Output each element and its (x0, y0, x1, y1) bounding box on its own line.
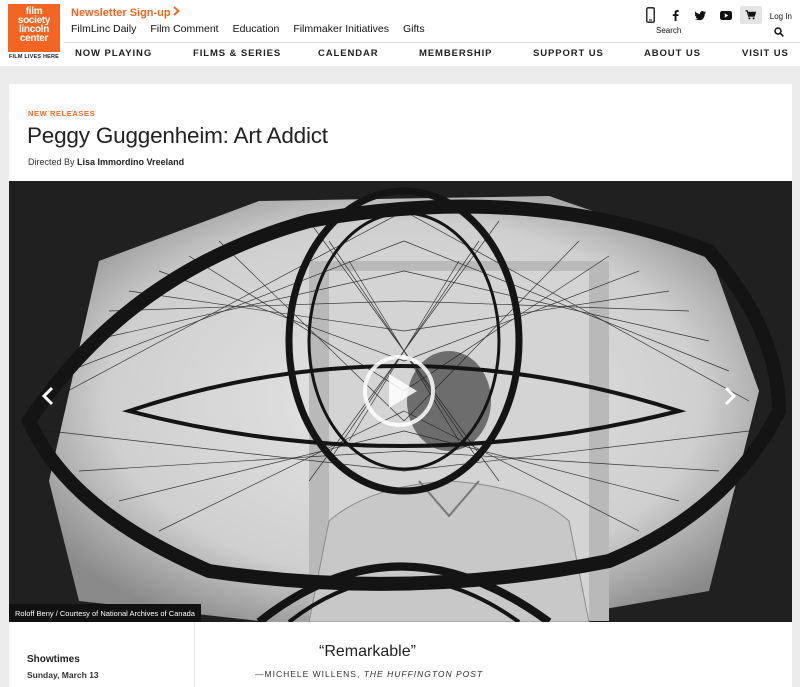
nav-membership[interactable]: MEMBERSHIP (419, 48, 492, 59)
review-publication: THE HUFFINGTON POST (363, 669, 484, 679)
search-label[interactable]: Search (656, 26, 681, 35)
nav-calendar[interactable]: CALENDAR (318, 48, 379, 59)
nav-support-us[interactable]: SUPPORT US (533, 48, 604, 59)
nav-films-series[interactable]: FILMS & SERIES (193, 48, 281, 59)
director-line: Directed By Lisa Immordino Vreeland (28, 157, 184, 167)
category-label[interactable]: NEW RELEASES (28, 109, 95, 118)
twitter-icon[interactable] (690, 6, 712, 24)
site-logo[interactable]: film society lincoln center FILM LIVES H… (8, 4, 60, 62)
mobile-icon[interactable] (640, 6, 662, 24)
nav-visit-us[interactable]: VISIT US (742, 48, 789, 59)
link-film-comment[interactable]: Film Comment (150, 23, 218, 35)
secondary-links: FilmLinc Daily Film Comment Education Fi… (71, 23, 425, 35)
nav-now-playing[interactable]: NOW PLAYING (75, 48, 152, 59)
review-quote: “Remarkable” (319, 643, 416, 660)
logo-text-line: center (19, 33, 49, 44)
link-filmmaker-initiatives[interactable]: Filmmaker Initiatives (293, 23, 389, 35)
newsletter-label: Newsletter Sign-up (71, 7, 171, 19)
login-link[interactable]: Log In (770, 12, 792, 21)
play-icon (389, 374, 417, 408)
review-author: —MICHELE WILLENS, (255, 669, 361, 679)
youtube-icon[interactable] (715, 6, 737, 24)
nav-about-us[interactable]: ABOUT US (644, 48, 701, 59)
film-detail-card: NEW RELEASES Peggy Guggenheim: Art Addic… (9, 84, 792, 687)
logo-tagline: FILM LIVES HERE (8, 52, 60, 62)
page-title: Peggy Guggenheim: Art Addict (27, 123, 328, 148)
showtimes-panel: Showtimes Sunday, March 13 (9, 622, 195, 687)
utility-bar: Log In (637, 6, 792, 24)
chevron-right-icon (172, 6, 180, 19)
link-gifts[interactable]: Gifts (403, 23, 425, 35)
play-button[interactable] (363, 355, 435, 427)
main-nav: NOW PLAYING FILMS & SERIES CALENDAR MEMB… (64, 42, 800, 64)
chevron-left-icon[interactable] (41, 386, 55, 406)
directed-by-label: Directed By (28, 157, 75, 167)
details-section: Showtimes Sunday, March 13 “Remarkable” … (9, 622, 792, 687)
photo-credit: Roloff Beny / Courtesy of National Archi… (9, 604, 201, 622)
showtimes-heading: Showtimes (27, 654, 80, 665)
hero-video-player[interactable]: Roloff Beny / Courtesy of National Archi… (9, 181, 792, 622)
link-filmlinc-daily[interactable]: FilmLinc Daily (71, 23, 136, 35)
newsletter-signup-link[interactable]: Newsletter Sign-up (71, 6, 180, 19)
search-icon[interactable] (774, 24, 784, 42)
cart-icon[interactable] (739, 6, 762, 24)
site-header: film society lincoln center FILM LIVES H… (0, 0, 800, 66)
director-name[interactable]: Lisa Immordino Vreeland (77, 157, 184, 167)
facebook-icon[interactable] (665, 6, 687, 24)
link-education[interactable]: Education (233, 23, 280, 35)
review-attribution: —MICHELE WILLENS, THE HUFFINGTON POST (255, 669, 483, 679)
showtime-date: Sunday, March 13 (27, 670, 99, 680)
chevron-right-icon[interactable] (723, 386, 737, 406)
